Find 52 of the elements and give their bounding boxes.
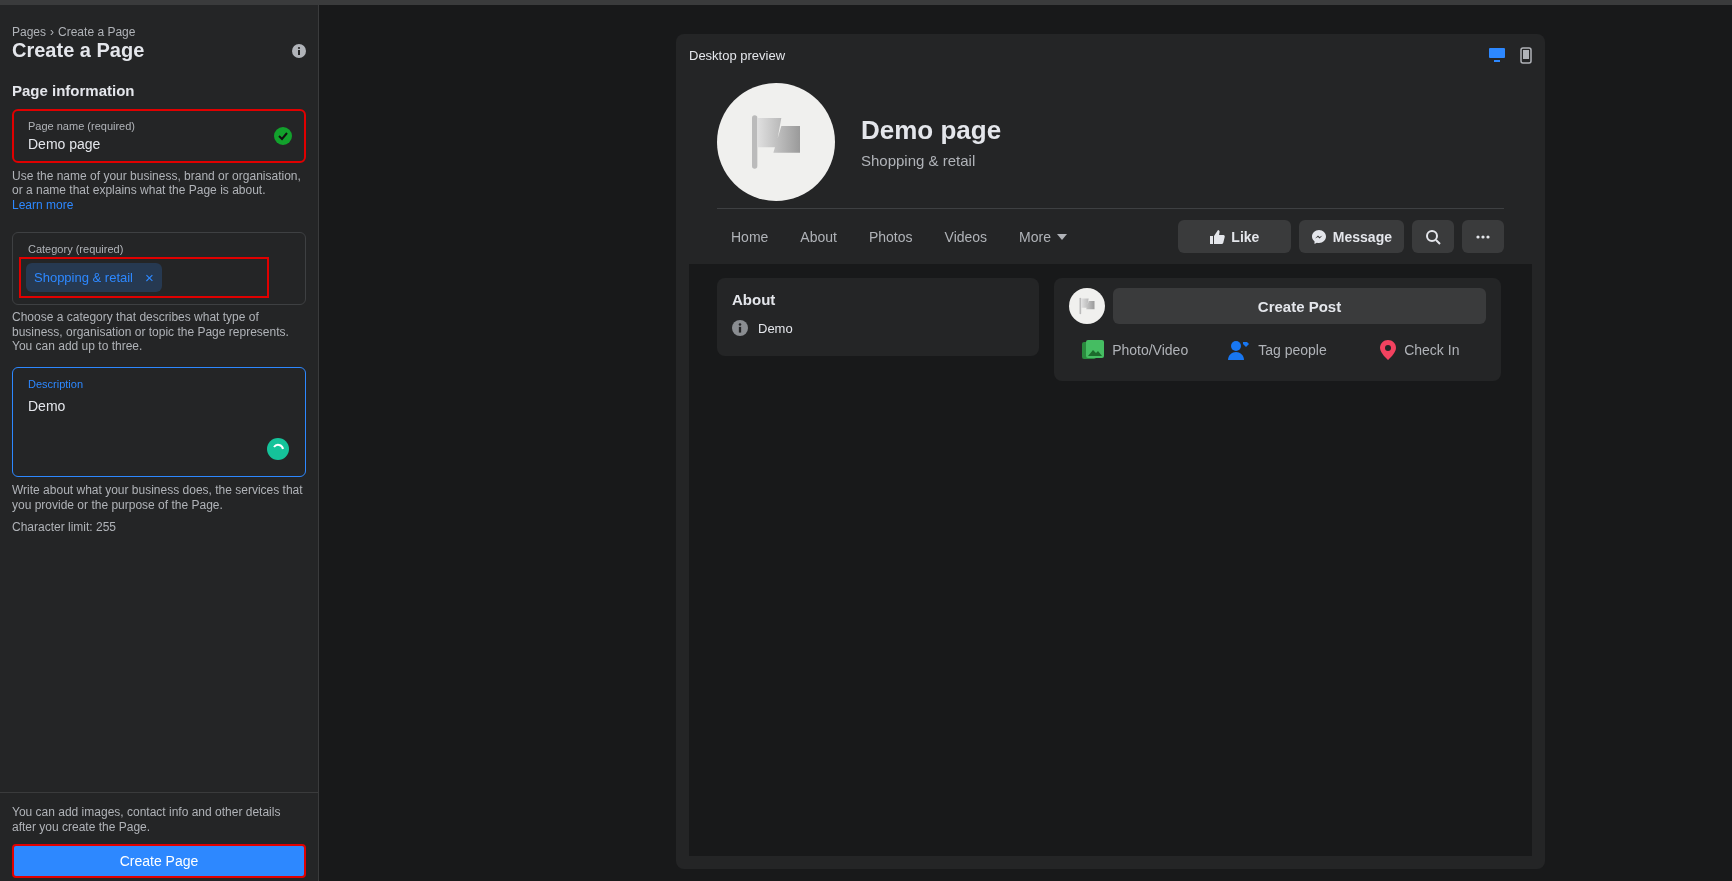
field-label: Page name (required): [28, 120, 136, 132]
info-icon[interactable]: [292, 43, 306, 58]
remove-tag-button[interactable]: ×: [145, 269, 154, 287]
nav-tab[interactable]: Home: [717, 220, 783, 253]
preview-title: Desktop preview: [689, 47, 786, 63]
field-value: Demo page: [28, 136, 102, 152]
page-category: Shopping & retail: [861, 152, 977, 169]
category-tag: Shopping & retail ×: [26, 263, 162, 293]
nav-tab[interactable]: Videos: [930, 220, 1002, 253]
nav-tab[interactable]: More: [1005, 220, 1081, 253]
breadcrumb-link[interactable]: Create a Page: [58, 25, 136, 39]
page-name-field[interactable]: Page name (required) Demo page: [12, 109, 306, 163]
photo-option[interactable]: Photo/Video: [1069, 332, 1202, 368]
person-tag-icon: [1228, 340, 1251, 360]
footer-note: You can add images, contact info and other details after you create the Page.: [12, 805, 282, 834]
help-text: Choose a category that describes what type of business, organisation or topic the Page represents. You can add up to three.: [12, 310, 290, 354]
description-field[interactable]: Description Demo: [12, 367, 306, 478]
page-name: Demo page: [861, 115, 1002, 146]
info-icon: [732, 320, 748, 336]
more-icon: [1476, 234, 1490, 239]
desktop-icon[interactable]: [1488, 46, 1506, 63]
breadcrumb-link[interactable]: Pages: [12, 25, 47, 39]
flag-icon: [1077, 296, 1097, 316]
field-value: Demo: [28, 398, 67, 415]
section-heading: Page information: [12, 82, 136, 99]
help-text: Write about what your business does, the services that you provide or the purpose of the Page.: [12, 483, 304, 513]
messenger-icon: [1310, 228, 1327, 245]
grammar-assistant-icon[interactable]: [267, 438, 289, 461]
breadcrumb-separator: ›: [50, 25, 55, 39]
nav-tab[interactable]: About: [786, 220, 851, 253]
tag-option[interactable]: Tag people: [1211, 332, 1344, 368]
photo-icon: [1082, 340, 1105, 360]
like-button[interactable]: Like: [1177, 220, 1291, 253]
about-text: Demo: [758, 320, 793, 336]
learn-more-link[interactable]: Learn more: [12, 197, 74, 212]
more-button[interactable]: [1462, 220, 1504, 253]
help-text: Use the name of your business, brand or organisation, or a name that explains what the Page is about. Learn more: [12, 169, 302, 213]
create-post-button[interactable]: Create Post: [1113, 288, 1486, 324]
search-button[interactable]: [1412, 220, 1454, 253]
checkin-option[interactable]: Check In: [1353, 332, 1486, 368]
about-heading: About: [732, 291, 777, 308]
location-pin-icon: [1380, 340, 1397, 360]
nav-tab[interactable]: Photos: [854, 220, 927, 253]
message-button[interactable]: Message: [1298, 220, 1404, 253]
field-label: Category (required): [28, 243, 125, 256]
page-title: Create a Page: [12, 39, 145, 62]
search-icon: [1425, 228, 1441, 245]
character-limit: Character limit: 255: [12, 520, 118, 535]
thumbs-up-icon: [1209, 228, 1226, 245]
phone-icon[interactable]: [1520, 46, 1532, 64]
field-label: Description: [28, 378, 85, 391]
category-field[interactable]: Category (required) Shopping & retail ×: [12, 232, 306, 306]
